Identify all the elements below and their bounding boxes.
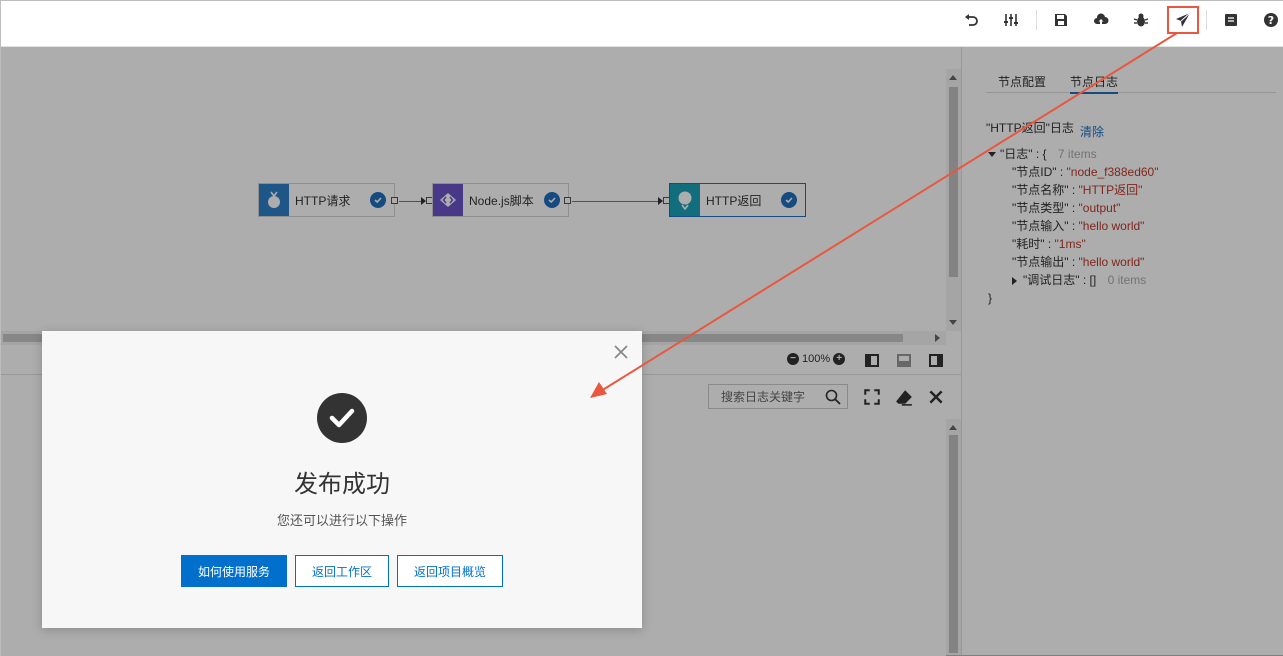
settings-sliders-icon[interactable] <box>997 8 1025 32</box>
node-http-request[interactable]: HTTP请求 <box>258 183 395 217</box>
success-check-icon <box>317 393 367 443</box>
check-icon <box>544 192 560 208</box>
tab-node-config[interactable]: 节点配置 <box>998 73 1046 90</box>
item-count: 7 items <box>1057 147 1097 161</box>
scroll-down-icon[interactable] <box>949 320 957 325</box>
flow-canvas[interactable]: HTTP请求 Node.js脚本 HTTP返回 <box>1 69 946 331</box>
zoom-out-icon[interactable]: − <box>787 353 799 365</box>
toolbar-separator <box>1206 10 1207 30</box>
toolbar-separator <box>1036 10 1037 30</box>
scroll-thumb[interactable] <box>949 87 958 277</box>
debug-bug-icon[interactable] <box>1127 8 1155 32</box>
edge-line <box>399 201 421 202</box>
scroll-thumb[interactable] <box>949 435 958 653</box>
node-http-response[interactable]: HTTP返回 <box>669 183 806 217</box>
zoom-control: − 100% + <box>787 353 846 365</box>
cloud-upload-icon[interactable] <box>1087 8 1115 32</box>
output-port[interactable] <box>391 197 398 204</box>
back-to-workspace-button[interactable]: 返回工作区 <box>295 555 389 587</box>
check-icon <box>781 192 797 208</box>
scroll-up-icon[interactable] <box>949 425 957 430</box>
close-icon[interactable] <box>927 388 945 406</box>
how-to-use-service-button[interactable]: 如何使用服务 <box>181 555 287 587</box>
json-entry: "节点输入" : "hello world" <box>1012 219 1145 233</box>
publish-success-dialog: 发布成功 您还可以进行以下操作 如何使用服务 返回工作区 返回项目概览 <box>42 331 642 628</box>
expand-right-icon[interactable] <box>1012 276 1017 285</box>
zoom-in-icon[interactable]: + <box>833 353 846 365</box>
node-nodejs-script[interactable]: Node.js脚本 <box>432 183 569 217</box>
log-vertical-scrollbar[interactable] <box>946 419 961 655</box>
node-label: HTTP返回 <box>706 193 762 208</box>
output-port[interactable] <box>564 197 571 204</box>
layout-bottom-panel-icon[interactable] <box>897 354 911 367</box>
json-entry: "节点输出" : "hello world" <box>1012 255 1145 269</box>
log-search-input[interactable] <box>709 385 819 408</box>
node-label: HTTP请求 <box>295 193 351 208</box>
json-entry: "节点名称" : "HTTP返回" <box>1012 183 1143 197</box>
app-window: ? HTTP请求 Node.js脚本 HTTP返回 − 100% + 搜索日志关… <box>0 0 1283 656</box>
edge-line <box>572 201 658 202</box>
item-count: 0 items <box>1107 273 1147 287</box>
json-entry: "节点类型" : "output" <box>1012 201 1121 215</box>
layout-left-panel-icon[interactable] <box>865 354 879 367</box>
scroll-right-icon[interactable] <box>935 334 940 342</box>
publish-send-icon[interactable] <box>1167 6 1199 34</box>
search-icon[interactable] <box>825 389 841 405</box>
panel-tabs: 节点配置 节点日志 <box>986 73 1276 94</box>
top-toolbar: ? <box>1 1 1283 47</box>
json-root-row[interactable]: "日志" : { 7 items <box>988 145 1159 163</box>
http-request-icon <box>259 184 289 216</box>
layout-right-panel-icon[interactable] <box>929 354 943 367</box>
eraser-icon[interactable] <box>895 388 913 406</box>
zoom-level: 100% <box>802 353 831 365</box>
json-entry: "节点ID" : "node_f388ed60" <box>1012 165 1159 179</box>
json-close-brace: } <box>988 291 993 305</box>
back-to-project-overview-button[interactable]: 返回项目概览 <box>397 555 503 587</box>
log-search[interactable] <box>708 384 848 409</box>
dialog-title: 发布成功 <box>294 471 390 498</box>
close-icon[interactable] <box>612 343 630 361</box>
scroll-up-icon[interactable] <box>949 75 957 80</box>
json-entry: "耗时" : "1ms" <box>1012 237 1086 251</box>
code-script-icon <box>433 184 463 216</box>
help-icon[interactable]: ? <box>1257 8 1283 32</box>
json-viewer: "日志" : { 7 items "节点ID" : "node_f388ed60… <box>988 145 1159 307</box>
dialog-subtitle: 您还可以进行以下操作 <box>276 513 407 528</box>
tab-node-log[interactable]: 节点日志 <box>1070 73 1119 94</box>
right-panel: 节点配置 节点日志 "HTTP返回"日志 清除 "日志" : { 7 items… <box>961 47 1283 655</box>
canvas-vertical-scrollbar[interactable] <box>946 69 961 331</box>
expand-down-icon[interactable] <box>988 152 996 158</box>
clear-log-link[interactable]: 清除 <box>1080 123 1104 140</box>
fullscreen-icon[interactable] <box>863 388 881 406</box>
document-icon[interactable] <box>1217 8 1245 32</box>
json-debug-row[interactable]: "调试日志" : [] 0 items <box>988 271 1159 289</box>
node-label: Node.js脚本 <box>469 193 534 208</box>
http-response-icon <box>670 184 700 216</box>
undo-icon[interactable] <box>957 8 985 32</box>
check-icon <box>370 192 386 208</box>
save-icon[interactable] <box>1047 8 1075 32</box>
svg-text:?: ? <box>1268 14 1274 27</box>
log-title: "HTTP返回"日志 <box>986 121 1074 135</box>
